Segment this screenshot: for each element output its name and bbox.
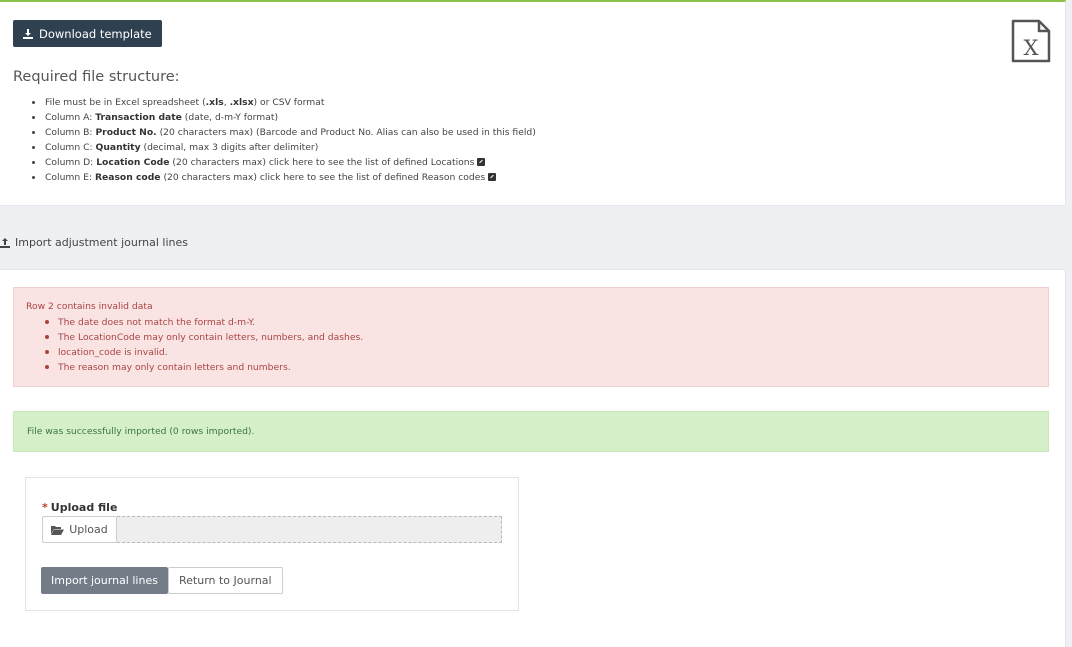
- list-item: The LocationCode may only contain letter…: [45, 330, 1036, 345]
- error-list: The date does not match the format d-m-Y…: [26, 315, 1036, 375]
- list-item: Column D: Location Code (20 characters m…: [32, 155, 536, 170]
- required-structure-title: Required file structure:: [13, 69, 180, 85]
- return-to-journal-button[interactable]: Return to Journal: [168, 567, 283, 594]
- list-item: File must be in Excel spreadsheet (.xls,…: [32, 95, 536, 110]
- download-template-label: Download template: [39, 26, 152, 41]
- upload-icon: [0, 237, 10, 248]
- success-message: File was successfully imported (0 rows i…: [27, 426, 255, 437]
- requirements-list: File must be in Excel spreadsheet (.xls,…: [32, 95, 536, 185]
- success-alert: File was successfully imported (0 rows i…: [13, 411, 1049, 452]
- list-item: The reason may only contain letters and …: [45, 360, 1036, 375]
- upload-button-label: Upload: [69, 523, 108, 536]
- upload-file-label: * Upload file: [42, 501, 118, 514]
- error-title: Row 2 contains invalid data: [26, 301, 153, 312]
- import-journal-lines-button[interactable]: Import journal lines: [41, 567, 168, 594]
- upload-button[interactable]: Upload: [42, 516, 117, 543]
- section-title: Import adjustment journal lines: [15, 236, 188, 249]
- list-item: Column A: Transaction date (date, d-m-Y …: [32, 110, 536, 125]
- list-item: Column C: Quantity (decimal, max 3 digit…: [32, 140, 536, 155]
- reason-codes-link[interactable]: (20 characters max) click here to see th…: [161, 172, 485, 183]
- svg-text:X: X: [1024, 36, 1039, 60]
- download-icon: [23, 28, 33, 39]
- locations-link[interactable]: (20 characters max) click here to see th…: [169, 157, 474, 168]
- upload-file-field[interactable]: [117, 516, 502, 543]
- error-alert: Row 2 contains invalid data The date doe…: [13, 287, 1049, 387]
- file-structure-panel: Download template X Required file struct…: [0, 0, 1066, 206]
- required-mark: *: [42, 501, 48, 514]
- section-header: Import adjustment journal lines: [0, 236, 188, 249]
- import-panel: Row 2 contains invalid data The date doe…: [0, 269, 1066, 647]
- upload-form: * Upload file Upload Import journal lines…: [25, 477, 519, 611]
- excel-file-icon: X: [1011, 19, 1051, 63]
- download-template-button[interactable]: Download template: [13, 20, 162, 47]
- external-link-icon[interactable]: [477, 158, 486, 166]
- list-item: Column E: Reason code (20 characters max…: [32, 170, 536, 185]
- list-item: location_code is invalid.: [45, 345, 1036, 360]
- list-item: The date does not match the format d-m-Y…: [45, 315, 1036, 330]
- folder-open-icon: [51, 525, 65, 535]
- external-link-icon[interactable]: [488, 173, 497, 181]
- list-item: Column B: Product No. (20 characters max…: [32, 127, 536, 138]
